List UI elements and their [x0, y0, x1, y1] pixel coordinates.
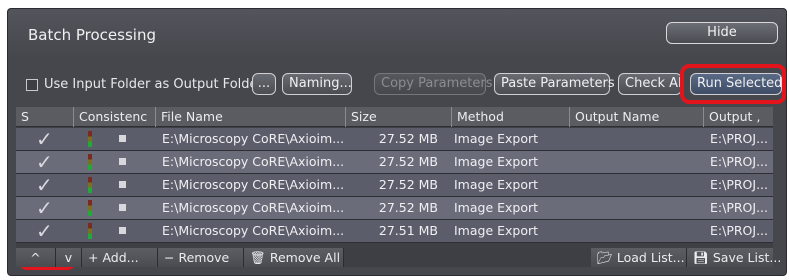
selected-check-icon[interactable]: ✓	[36, 197, 53, 219]
output-folder-cell: E:\PROJ...	[710, 177, 768, 192]
use-input-folder-label: Use Input Folder as Output Folder	[44, 77, 263, 92]
method-cell: Image Export	[454, 223, 539, 238]
output-folder-cell: E:\PROJ...	[710, 223, 768, 238]
consistency-status-icon	[88, 154, 92, 170]
use-input-folder-checkbox[interactable]	[26, 79, 38, 91]
toolbar: Use Input Folder as Output Folder ... Na…	[8, 73, 786, 99]
consistency-status-icon	[88, 200, 92, 216]
method-cell: Image Export	[454, 154, 539, 169]
size-cell: 27.52 MB	[378, 131, 438, 146]
table-row[interactable]: ✓ E:\Microscopy CoRE\Axioim... 27.52 MB …	[16, 197, 773, 220]
table-actions-bar: ^ v + Add... − Remove 🗑︎ Remove All 📂︎ L…	[16, 248, 781, 267]
method-cell: Image Export	[454, 131, 539, 146]
file-name-cell: E:\Microscopy CoRE\Axioim...	[162, 200, 344, 215]
check-all-button[interactable]: Check All	[618, 73, 685, 95]
paste-parameters-button[interactable]: Paste Parameters	[494, 73, 615, 95]
naming-button[interactable]: Naming...	[282, 73, 352, 95]
output-name-cell	[572, 151, 702, 173]
selected-check-icon[interactable]: ✓	[36, 174, 53, 196]
consistency-square-icon	[119, 227, 126, 234]
trash-icon: 🗑︎	[250, 250, 266, 265]
hide-button[interactable]: Hide	[666, 22, 778, 44]
remove-button[interactable]: − Remove	[158, 248, 244, 267]
remove-all-button[interactable]: 🗑︎ Remove All	[244, 248, 344, 267]
save-list-button[interactable]: 💾︎ Save List...	[687, 248, 781, 267]
save-disk-icon: 💾︎	[693, 250, 709, 265]
output-name-cell	[572, 128, 702, 150]
table-header: S Consistenc File Name Size Method Outpu…	[16, 107, 773, 127]
consistency-square-icon	[119, 135, 126, 142]
output-folder-cell: E:\PROJ...	[710, 200, 768, 215]
table-row[interactable]: ✓ E:\Microscopy CoRE\Axioim... 27.51 MB …	[16, 220, 773, 243]
copy-parameters-button[interactable]: Copy Parameters	[374, 73, 493, 95]
output-name-cell	[572, 197, 702, 219]
selected-check-icon[interactable]: ✓	[36, 151, 53, 173]
size-cell: 27.52 MB	[378, 154, 438, 169]
consistency-square-icon	[119, 181, 126, 188]
folder-open-icon: 📂︎	[597, 250, 613, 265]
remove-all-label: Remove All	[269, 250, 341, 265]
size-cell: 27.52 MB	[378, 177, 438, 192]
column-header-method[interactable]: Method	[452, 107, 570, 127]
table-row[interactable]: ✓ E:\Microscopy CoRE\Axioim... 27.52 MB …	[16, 128, 773, 151]
selected-check-icon[interactable]: ✓	[36, 220, 53, 242]
panel-title: Batch Processing	[28, 26, 156, 44]
method-cell: Image Export	[454, 177, 539, 192]
output-name-cell	[572, 174, 702, 196]
batch-table: S Consistenc File Name Size Method Outpu…	[16, 107, 773, 248]
add-button[interactable]: + Add...	[82, 248, 158, 267]
consistency-square-icon	[119, 158, 126, 165]
output-folder-cell: E:\PROJ...	[710, 154, 768, 169]
selected-check-icon[interactable]: ✓	[36, 128, 53, 150]
method-cell: Image Export	[454, 200, 539, 215]
column-header-file-name[interactable]: File Name	[156, 107, 346, 127]
column-header-size[interactable]: Size	[346, 107, 452, 127]
move-up-button[interactable]: ^	[16, 248, 56, 267]
consistency-status-icon	[88, 131, 92, 147]
output-folder-cell: E:\PROJ...	[710, 131, 768, 146]
file-name-cell: E:\Microscopy CoRE\Axioim...	[162, 131, 344, 146]
column-header-consistency[interactable]: Consistenc	[74, 107, 156, 127]
table-row[interactable]: ✓ E:\Microscopy CoRE\Axioim... 27.52 MB …	[16, 151, 773, 174]
file-name-cell: E:\Microscopy CoRE\Axioim...	[162, 223, 344, 238]
size-cell: 27.51 MB	[378, 223, 438, 238]
save-list-label: Save List...	[712, 250, 782, 265]
consistency-status-icon	[88, 177, 92, 193]
file-name-cell: E:\Microscopy CoRE\Axioim...	[162, 154, 344, 169]
load-list-label: Load List...	[616, 250, 685, 265]
load-list-button[interactable]: 📂︎ Load List...	[591, 248, 687, 267]
file-name-cell: E:\Microscopy CoRE\Axioim...	[162, 177, 344, 192]
column-header-output-name[interactable]: Output Name	[570, 107, 704, 127]
consistency-status-icon	[88, 223, 92, 239]
panel-header: Batch Processing Hide	[8, 9, 786, 59]
consistency-square-icon	[119, 204, 126, 211]
output-name-cell	[572, 220, 702, 242]
run-selected-button[interactable]: Run Selected	[690, 73, 782, 95]
table-row[interactable]: ✓ E:\Microscopy CoRE\Axioim... 27.52 MB …	[16, 174, 773, 197]
move-down-button[interactable]: v	[56, 248, 82, 267]
column-header-select[interactable]: S	[16, 107, 74, 127]
size-cell: 27.52 MB	[378, 200, 438, 215]
column-header-output-folder[interactable]: Output ‚	[704, 107, 773, 127]
browse-button[interactable]: ...	[252, 73, 276, 95]
